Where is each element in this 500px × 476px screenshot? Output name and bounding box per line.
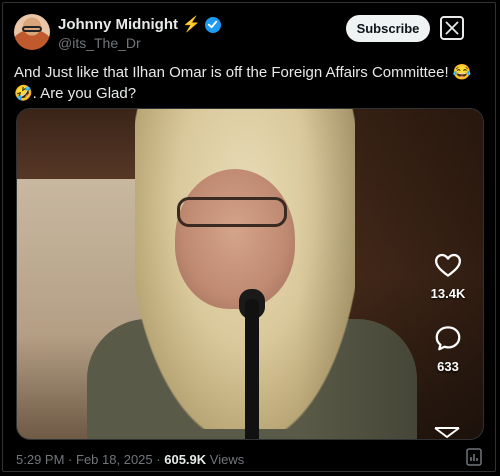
share-icon[interactable] — [432, 426, 462, 440]
views-count: 605.9K — [164, 452, 207, 467]
meta-separator-2: · — [156, 452, 161, 467]
display-name[interactable]: Johnny Midnight — [58, 16, 178, 33]
tweet-text: And Just like that Ilhan Omar is off the… — [14, 64, 472, 102]
tweet-time[interactable]: 5:29 PM — [16, 452, 64, 467]
author-handle[interactable]: @its_The_Dr — [58, 35, 141, 51]
author-name-row[interactable]: Johnny Midnight ⚡ — [58, 16, 221, 33]
verified-badge-icon — [204, 16, 221, 33]
avatar[interactable] — [14, 14, 50, 50]
video-overlay — [17, 109, 483, 439]
subscribe-button[interactable]: Subscribe — [346, 15, 430, 42]
lightning-bolt-icon: ⚡ — [181, 16, 201, 33]
analytics-icon[interactable] — [466, 448, 482, 466]
tweet-date[interactable]: Feb 18, 2025 — [76, 452, 153, 467]
meta-separator: · — [68, 452, 73, 467]
x-logo-icon[interactable] — [440, 16, 464, 40]
tweet-meta: 5:29 PM · Feb 18, 2025 · 605.9K Views — [16, 452, 244, 467]
reply-count: 633 — [437, 359, 459, 374]
heart-icon[interactable] — [433, 250, 463, 280]
reply-icon[interactable] — [433, 323, 463, 353]
reply-action[interactable]: 633 — [424, 323, 472, 374]
like-count: 13.4K — [430, 286, 466, 301]
video-action-rail: 13.4K 633 — [424, 250, 472, 374]
views-label: Views — [209, 452, 245, 467]
video-player[interactable] — [16, 108, 484, 440]
like-action[interactable]: 13.4K — [424, 250, 472, 301]
